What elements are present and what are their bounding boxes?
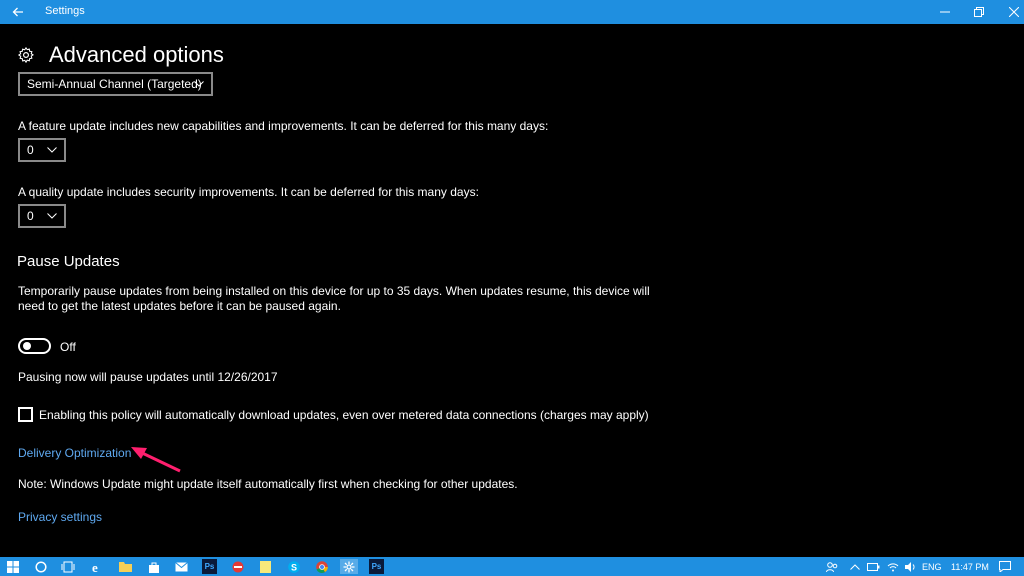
update-channel-dropdown[interactable]: Semi-Annual Channel (Targeted) bbox=[18, 72, 213, 96]
metered-download-label: Enabling this policy will automatically … bbox=[39, 408, 649, 422]
show-hidden-icons-icon bbox=[849, 563, 860, 570]
metered-download-checkbox[interactable] bbox=[18, 407, 33, 422]
window-title: Settings bbox=[45, 5, 85, 17]
cortana-icon[interactable] bbox=[33, 559, 48, 574]
update-channel-value: Semi-Annual Channel (Targeted) bbox=[27, 77, 202, 91]
shopping-bag-icon bbox=[148, 562, 159, 573]
taskbar: e Ps S Ps ENG 11:47 PM bbox=[0, 557, 1024, 576]
close-icon bbox=[1009, 7, 1019, 17]
restore-icon bbox=[974, 7, 984, 17]
people-icon[interactable] bbox=[824, 559, 839, 574]
page-title: Advanced options bbox=[49, 42, 224, 67]
media-player-icon bbox=[232, 561, 243, 572]
settings-gear-icon bbox=[343, 561, 355, 572]
envelope-icon bbox=[175, 561, 188, 571]
settings-icon[interactable] bbox=[340, 559, 358, 574]
speaker-icon bbox=[904, 561, 915, 572]
feature-update-description: A feature update includes new capabiliti… bbox=[18, 119, 549, 133]
media-icon[interactable] bbox=[230, 559, 245, 574]
skype-logo-icon: S bbox=[287, 560, 300, 573]
people-glyph-icon bbox=[825, 561, 837, 572]
windows-update-note: Note: Windows Update might update itself… bbox=[18, 477, 518, 491]
pause-updates-heading: Pause Updates bbox=[17, 253, 120, 270]
chrome-logo-icon bbox=[315, 560, 328, 573]
chevron-up-icon[interactable] bbox=[847, 559, 862, 574]
close-button[interactable] bbox=[995, 0, 1024, 24]
toggle-knob bbox=[23, 342, 31, 350]
settings-content: Advanced options Semi-Annual Channel (Ta… bbox=[0, 24, 1024, 557]
skype-icon[interactable]: S bbox=[286, 559, 301, 574]
windows-logo-icon bbox=[6, 560, 19, 573]
svg-text:S: S bbox=[291, 562, 297, 572]
store-icon[interactable] bbox=[146, 559, 161, 574]
photoshop-icon[interactable]: Ps bbox=[369, 559, 384, 574]
folder-icon bbox=[119, 562, 132, 572]
battery-icon[interactable] bbox=[866, 559, 881, 574]
mail-icon[interactable] bbox=[174, 559, 189, 574]
delivery-optimization-link[interactable]: Delivery Optimization bbox=[18, 446, 131, 460]
back-arrow-icon bbox=[12, 7, 23, 17]
notification-icon bbox=[998, 561, 1011, 572]
restore-button[interactable] bbox=[960, 0, 998, 24]
battery-glyph-icon bbox=[867, 562, 880, 571]
chevron-down-icon bbox=[47, 147, 57, 153]
page-header: Advanced options bbox=[17, 42, 224, 68]
task-view-icon[interactable] bbox=[60, 559, 75, 574]
title-bar: Settings bbox=[0, 0, 1024, 24]
input-language[interactable]: ENG bbox=[922, 562, 942, 572]
back-button[interactable] bbox=[0, 0, 36, 24]
wifi-icon[interactable] bbox=[885, 559, 900, 574]
chrome-icon[interactable] bbox=[314, 559, 329, 574]
photoshop-icon[interactable]: Ps bbox=[202, 559, 217, 574]
pause-description-line1: Temporarily pause updates from being ins… bbox=[18, 284, 650, 298]
quality-update-days-dropdown[interactable]: 0 bbox=[18, 204, 66, 228]
edge-icon[interactable]: e bbox=[90, 559, 105, 574]
file-explorer-icon[interactable] bbox=[118, 559, 133, 574]
minimize-button[interactable] bbox=[926, 0, 964, 24]
chevron-down-icon bbox=[194, 81, 204, 87]
edge-logo-icon: e bbox=[92, 561, 98, 573]
gear-icon bbox=[17, 46, 34, 64]
pause-updates-toggle[interactable] bbox=[18, 338, 51, 354]
feature-update-days-dropdown[interactable]: 0 bbox=[18, 138, 66, 162]
start-icon[interactable] bbox=[5, 559, 20, 574]
task-view-glyph-icon bbox=[61, 561, 74, 572]
chevron-down-icon bbox=[47, 213, 57, 219]
pause-toggle-state: Off bbox=[60, 340, 76, 354]
volume-icon[interactable] bbox=[903, 559, 918, 574]
annotation-arrow-icon bbox=[131, 447, 181, 473]
quality-update-days-value: 0 bbox=[27, 209, 34, 223]
feature-update-days-value: 0 bbox=[27, 143, 34, 157]
privacy-settings-link[interactable]: Privacy settings bbox=[18, 510, 102, 524]
clock[interactable]: 11:47 PM bbox=[951, 562, 989, 572]
pause-until-note: Pausing now will pause updates until 12/… bbox=[18, 370, 278, 384]
quality-update-description: A quality update includes security impro… bbox=[18, 185, 479, 199]
action-center-icon[interactable] bbox=[997, 559, 1012, 574]
wifi-glyph-icon bbox=[887, 562, 898, 571]
minimize-icon bbox=[940, 11, 950, 13]
search-circle-icon bbox=[34, 560, 47, 573]
pause-description-line2: need to get the latest updates before it… bbox=[18, 299, 341, 313]
note-icon bbox=[260, 560, 271, 573]
svg-text:e: e bbox=[92, 561, 98, 573]
sticky-notes-icon[interactable] bbox=[258, 559, 273, 574]
